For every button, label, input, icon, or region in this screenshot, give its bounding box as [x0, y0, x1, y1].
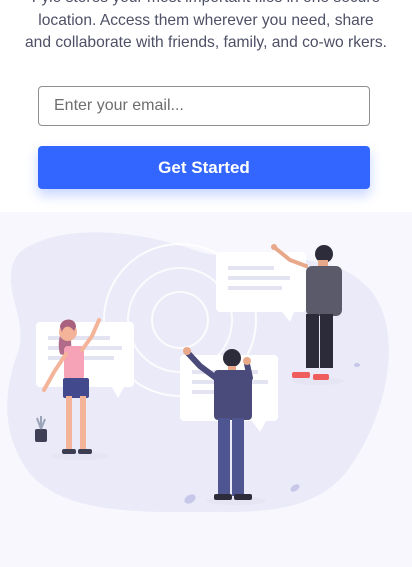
- collaboration-illustration: [7, 232, 389, 513]
- get-started-button[interactable]: Get Started: [38, 146, 370, 189]
- illustration-section: [0, 212, 412, 567]
- hero-line-1: Fylo stores your most important files in…: [0, 0, 412, 10]
- hero-description: Fylo stores your most important files in…: [0, 0, 412, 55]
- hero-line-3: and collaborate with friends, family, an…: [25, 34, 387, 51]
- email-input[interactable]: [38, 86, 370, 126]
- hero-line-2: location. Access them wherever you need,…: [38, 11, 374, 29]
